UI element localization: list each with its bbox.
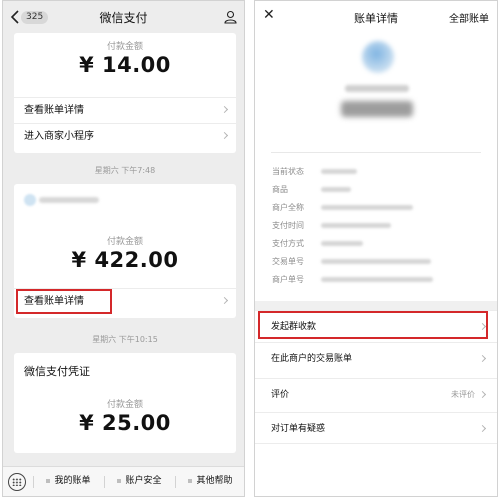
person-icon[interactable] (224, 10, 237, 24)
field-label: 交易单号 (272, 257, 304, 266)
tab-my-bills[interactable]: 我的账单 (33, 467, 104, 496)
chevron-right-icon (220, 296, 229, 305)
amount-label: 付款金额 (106, 400, 143, 410)
bill-nav-bar: ✕ 账单详情 全部账单 (255, 1, 497, 31)
field-value-blurred (321, 169, 357, 174)
bill-detail-panel: ✕ 账单详情 全部账单 当前状态 商品 商户全称 支付时间 支付方式 交易单号 … (254, 0, 498, 497)
merchant-miniprogram-row[interactable]: 进入商家小程序 (14, 123, 236, 149)
row-label: 评价 (271, 390, 290, 400)
field-label: 支付方式 (272, 239, 304, 248)
message-timestamp: 星期六 下午7:48 (94, 166, 156, 175)
amount-blurred (341, 101, 413, 117)
row-label: 对订单有疑惑 (271, 424, 326, 434)
field-value-blurred (321, 205, 413, 210)
field-value-blurred (321, 241, 363, 246)
field-label: 当前状态 (272, 167, 304, 176)
row-label: 查看账单详情 (24, 105, 84, 116)
merchant-transactions-row[interactable]: 在此商户的交易账单 (255, 342, 497, 374)
row-label: 进入商家小程序 (24, 131, 94, 142)
chevron-right-icon (478, 424, 487, 433)
section-gap (255, 301, 497, 310)
amount-value: ¥ 25.00 (79, 411, 171, 435)
field-value-blurred (321, 277, 433, 282)
all-bills-link[interactable]: 全部账单 (449, 10, 489, 25)
tab-other-help[interactable]: 其他帮助 (175, 467, 244, 496)
chevron-right-icon (220, 131, 229, 140)
chat-menu-bar: 我的账单 账户安全 其他帮助 (3, 466, 244, 496)
payment-card-1: 付款金额 ¥ 14.00 查看账单详情 进入商家小程序 (14, 33, 236, 153)
merchant-name-blurred (39, 197, 99, 203)
payment-voucher-card: 微信支付凭证 付款金额 ¥ 25.00 (14, 353, 236, 453)
tab-account-security[interactable]: 账户安全 (104, 467, 175, 496)
rate-row[interactable]: 评价 未评价 (255, 378, 497, 410)
field-label: 商户全称 (272, 203, 304, 212)
merchant-logo-icon (362, 41, 394, 73)
field-value-blurred (321, 223, 391, 228)
merchant-header (24, 194, 114, 206)
amount-value: ¥ 14.00 (79, 53, 171, 77)
row-label: 在此商户的交易账单 (271, 354, 353, 364)
field-label: 支付时间 (272, 221, 304, 230)
amount-label: 付款金额 (106, 237, 143, 247)
amount-label: 付款金额 (106, 42, 143, 52)
field-value-blurred (321, 259, 431, 264)
chevron-right-icon (478, 354, 487, 363)
amount-value: ¥ 422.00 (71, 248, 179, 272)
merchant-name-blurred (345, 85, 409, 92)
chevron-right-icon (220, 105, 229, 114)
voucher-title: 微信支付凭证 (24, 365, 90, 378)
field-label: 商品 (272, 185, 288, 194)
highlight-box (16, 289, 112, 314)
merchant-logo-icon (24, 194, 36, 206)
keyboard-icon[interactable] (8, 473, 26, 491)
chat-title: 微信支付 (99, 11, 148, 25)
field-label: 商户单号 (272, 275, 304, 284)
screenshot-root: 325 微信支付 付款金额 ¥ 14.00 查看账单详情 进入商家小程序 星期六… (0, 0, 500, 497)
rating-status: 未评价 (451, 390, 475, 399)
chat-nav-bar: 325 微信支付 (3, 1, 244, 33)
view-bill-detail-row[interactable]: 查看账单详情 (14, 97, 236, 123)
wechat-pay-chat-panel: 325 微信支付 付款金额 ¥ 14.00 查看账单详情 进入商家小程序 星期六… (2, 0, 245, 497)
message-timestamp: 星期六 下午10:15 (92, 335, 158, 344)
chevron-right-icon (478, 390, 487, 399)
divider (271, 152, 481, 153)
order-question-row[interactable]: 对订单有疑惑 (255, 412, 497, 444)
field-value-blurred (321, 187, 351, 192)
highlight-box (258, 311, 488, 339)
